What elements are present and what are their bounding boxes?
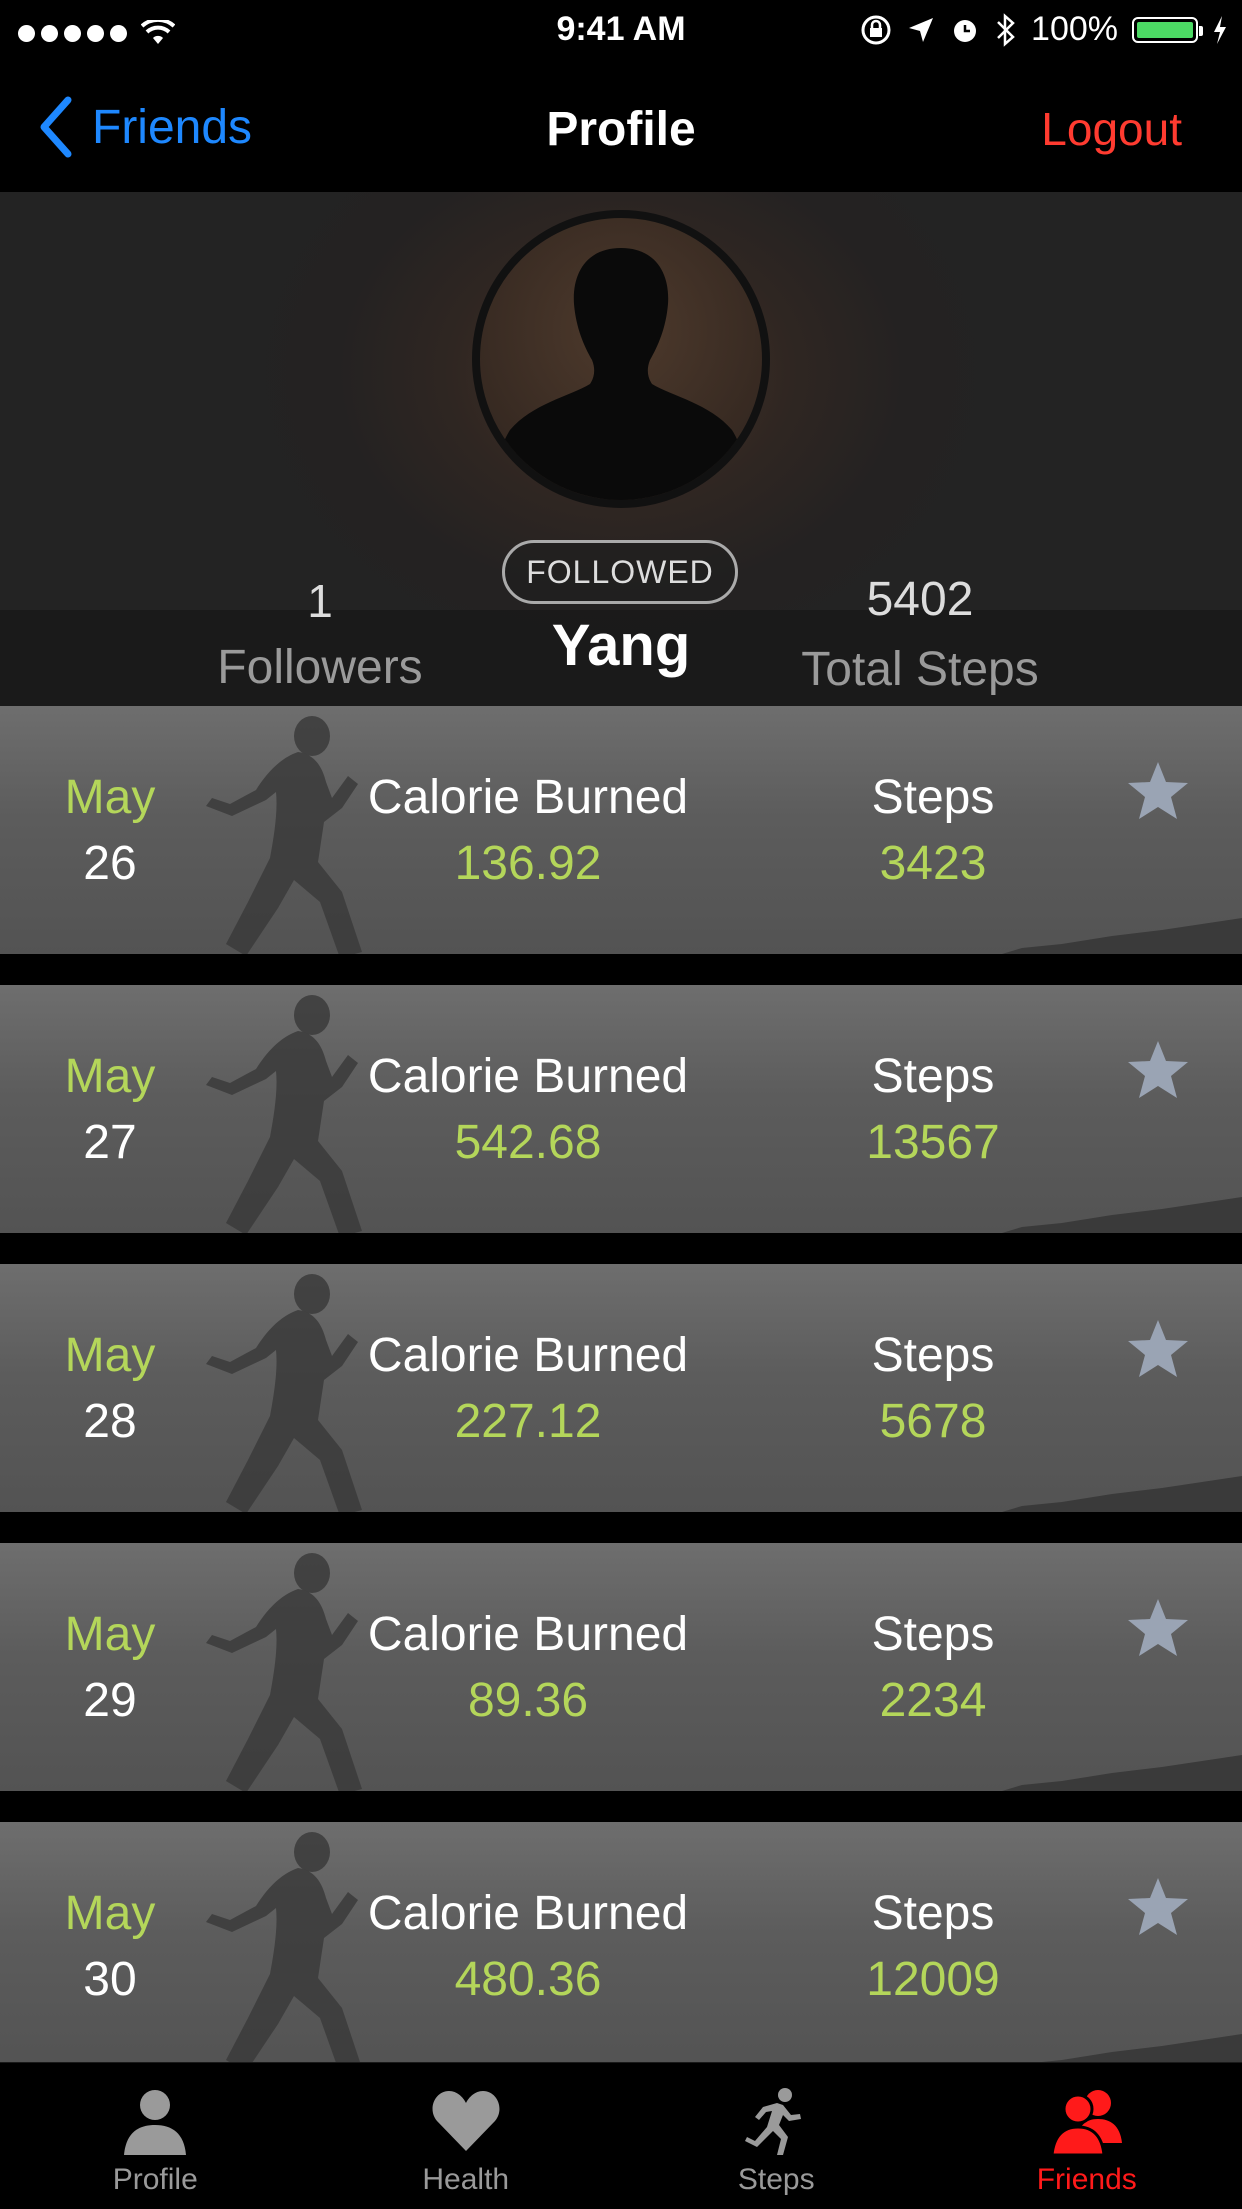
- star-icon[interactable]: [1126, 1597, 1190, 1659]
- steps-label: Steps: [808, 1607, 1058, 1662]
- tab-label: Profile: [0, 2163, 311, 2197]
- profile-header: 1 Followers Yang 5402 Total Steps FOLLOW…: [0, 192, 1242, 706]
- activity-card[interactable]: May 30 Calorie Burned 480.36 Steps 12009: [0, 1822, 1242, 2070]
- star-icon[interactable]: [1126, 1318, 1190, 1380]
- steps-label: Steps: [808, 1886, 1058, 1941]
- calorie-label: Calorie Burned: [328, 1607, 728, 1662]
- steps-label: Steps: [808, 1328, 1058, 1383]
- steps-value: 3423: [808, 836, 1058, 891]
- calorie-label: Calorie Burned: [328, 770, 728, 825]
- steps-value: 5678: [808, 1394, 1058, 1449]
- runner-silhouette-image: [190, 1549, 440, 1791]
- person-silhouette-icon: [480, 218, 762, 500]
- activity-card[interactable]: May 29 Calorie Burned 89.36 Steps 2234: [0, 1543, 1242, 1791]
- tab-label: Health: [311, 2163, 622, 2197]
- calorie-value: 136.92: [328, 836, 728, 891]
- avatar: [472, 210, 770, 508]
- date-day: 29: [30, 1673, 190, 1728]
- person-icon: [118, 2085, 192, 2157]
- calorie-label: Calorie Burned: [328, 1328, 728, 1383]
- location-icon: [907, 16, 935, 44]
- tab-bar: ProfileHealthStepsFriends: [0, 2062, 1242, 2209]
- steps-value: 13567: [808, 1115, 1058, 1170]
- calorie-label: Calorie Burned: [328, 1049, 728, 1104]
- calorie-value: 542.68: [328, 1115, 728, 1170]
- total-steps-label: Total Steps: [760, 642, 1080, 697]
- followed-button[interactable]: FOLLOWED: [502, 540, 738, 604]
- tab-profile[interactable]: Profile: [0, 2063, 311, 2209]
- bluetooth-icon: [995, 13, 1017, 47]
- tab-friends[interactable]: Friends: [932, 2063, 1242, 2209]
- navigation-bar: Friends Profile Logout: [0, 62, 1242, 193]
- alarm-icon: [949, 14, 981, 46]
- heart-icon: [429, 2085, 503, 2157]
- tab-health[interactable]: Health: [311, 2063, 622, 2209]
- date-month: May: [30, 1328, 190, 1383]
- date-day: 30: [30, 1952, 190, 2007]
- status-indicators: 100%: [859, 10, 1228, 49]
- runner-silhouette-image: [190, 991, 440, 1233]
- steps-label: Steps: [808, 1049, 1058, 1104]
- date-month: May: [30, 1607, 190, 1662]
- calorie-value: 480.36: [328, 1952, 728, 2007]
- runner-silhouette-image: [190, 712, 440, 954]
- grass-decoration: [1002, 1751, 1242, 1791]
- grass-decoration: [1002, 1472, 1242, 1512]
- status-bar: 9:41 AM 100%: [0, 0, 1242, 62]
- date-month: May: [30, 1049, 190, 1104]
- grass-decoration: [1002, 914, 1242, 954]
- star-icon[interactable]: [1126, 1039, 1190, 1101]
- battery-icon: [1132, 17, 1198, 43]
- date-day: 27: [30, 1115, 190, 1170]
- battery-percent: 100%: [1031, 10, 1118, 49]
- steps-value: 2234: [808, 1673, 1058, 1728]
- logout-button[interactable]: Logout: [1041, 102, 1182, 156]
- calorie-value: 89.36: [328, 1673, 728, 1728]
- grass-decoration: [1002, 1193, 1242, 1233]
- tab-label: Steps: [621, 2163, 932, 2197]
- activity-card[interactable]: May 27 Calorie Burned 542.68 Steps 13567: [0, 985, 1242, 1233]
- calorie-label: Calorie Burned: [328, 1886, 728, 1941]
- friends-icon: [1050, 2085, 1124, 2157]
- date-day: 26: [30, 836, 190, 891]
- charging-icon: [1212, 15, 1228, 45]
- tab-label: Friends: [932, 2163, 1242, 2197]
- runner-icon: [739, 2085, 813, 2157]
- date-month: May: [30, 770, 190, 825]
- rotation-lock-icon: [859, 13, 893, 47]
- calorie-value: 227.12: [328, 1394, 728, 1449]
- date-day: 28: [30, 1394, 190, 1449]
- steps-value: 12009: [808, 1952, 1058, 2007]
- runner-silhouette-image: [190, 1270, 440, 1512]
- runner-silhouette-image: [190, 1828, 440, 2070]
- total-steps-count: 5402: [820, 572, 1020, 627]
- steps-label: Steps: [808, 770, 1058, 825]
- activity-list: May 26 Calorie Burned 136.92 Steps 3423 …: [0, 706, 1242, 2101]
- star-icon[interactable]: [1126, 760, 1190, 822]
- date-month: May: [30, 1886, 190, 1941]
- tab-steps[interactable]: Steps: [621, 2063, 932, 2209]
- activity-card[interactable]: May 28 Calorie Burned 227.12 Steps 5678: [0, 1264, 1242, 1512]
- star-icon[interactable]: [1126, 1876, 1190, 1938]
- activity-card[interactable]: May 26 Calorie Burned 136.92 Steps 3423: [0, 706, 1242, 954]
